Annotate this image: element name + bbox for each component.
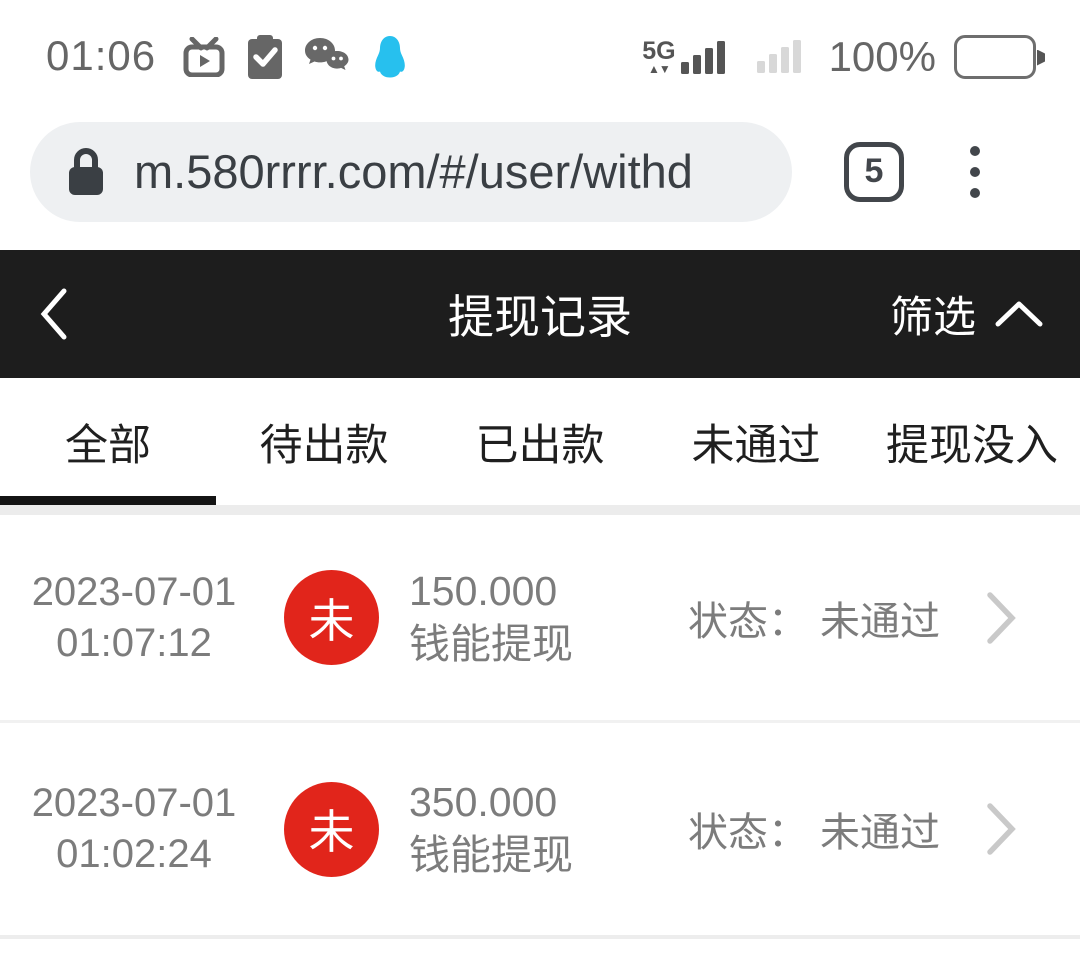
lock-icon	[66, 147, 106, 197]
record-amount-method: 350.000 钱能提现	[409, 776, 573, 882]
record-time: 01:07:12	[0, 618, 268, 669]
status-right-cluster: 5G ▲▼ 100%	[642, 33, 1036, 81]
status-bar: 01:06	[0, 0, 1080, 105]
wechat-icon	[304, 37, 350, 77]
network-type-label: 5G	[642, 39, 675, 64]
filter-button[interactable]: 筛选	[890, 283, 1046, 345]
tab-paid-out[interactable]: 已出款	[432, 378, 648, 505]
clock-time: 01:06	[46, 32, 156, 80]
tab-withdraw-not-received[interactable]: 提现没入	[864, 378, 1080, 505]
battery-icon	[954, 35, 1036, 79]
url-text[interactable]: m.580rrrr.com/#/user/withd	[134, 144, 693, 199]
browser-menu-button[interactable]	[970, 146, 980, 198]
tab-count-label: 5	[865, 152, 884, 191]
chevron-up-icon	[992, 296, 1046, 332]
tv-icon	[182, 37, 226, 77]
status-badge: 未	[284, 782, 379, 877]
tabs-separator	[0, 505, 1080, 515]
chevron-right-icon[interactable]	[984, 800, 1018, 858]
filter-label: 筛选	[890, 283, 976, 345]
record-amount: 150.000	[409, 565, 573, 618]
data-arrows-icon: ▲▼	[648, 64, 670, 74]
record-status: 状态： 未通过	[688, 800, 940, 858]
record-datetime: 2023-07-01 01:02:24	[0, 778, 268, 880]
record-amount-method: 150.000 钱能提现	[409, 565, 573, 671]
tab-rejected[interactable]: 未通过	[648, 378, 864, 505]
record-method: 钱能提现	[409, 618, 573, 671]
filter-tabs: 全部 待出款 已出款 未通过 提现没入	[0, 378, 1080, 505]
url-bar[interactable]: m.580rrrr.com/#/user/withd	[30, 122, 792, 222]
tab-all[interactable]: 全部	[0, 378, 216, 505]
status-label: 状态：	[688, 800, 808, 858]
clipboard-check-icon	[246, 35, 284, 79]
page-header: 提现记录 筛选	[0, 250, 1080, 378]
status-value: 未通过	[820, 589, 940, 647]
withdrawal-record-row[interactable]: 2023-07-01 01:02:24 未 350.000 钱能提现 状态： 未…	[0, 723, 1080, 935]
tab-switcher-button[interactable]: 5	[844, 142, 904, 202]
record-amount: 350.000	[409, 776, 573, 829]
status-badge: 未	[284, 570, 379, 665]
signal-bars-icon	[681, 41, 725, 74]
record-date: 2023-07-01	[0, 778, 268, 829]
tab-pending-payout[interactable]: 待出款	[216, 378, 432, 505]
battery-percent: 100%	[829, 33, 936, 81]
status-value: 未通过	[820, 800, 940, 858]
signal-secondary-icon	[757, 40, 801, 73]
status-label: 状态：	[688, 589, 808, 647]
notification-icons	[182, 34, 410, 80]
record-method: 钱能提现	[409, 829, 573, 882]
browser-toolbar: m.580rrrr.com/#/user/withd 5	[0, 105, 1080, 250]
record-datetime: 2023-07-01 01:07:12	[0, 567, 268, 669]
page-bottom-spacer	[0, 939, 1080, 978]
record-date: 2023-07-01	[0, 567, 268, 618]
signal-primary: 5G ▲▼	[642, 39, 724, 74]
withdrawal-record-row[interactable]: 2023-07-01 01:07:12 未 150.000 钱能提现 状态： 未…	[0, 515, 1080, 720]
chevron-right-icon[interactable]	[984, 589, 1018, 647]
record-time: 01:02:24	[0, 829, 268, 880]
record-status: 状态： 未通过	[688, 589, 940, 647]
qq-icon	[370, 34, 410, 80]
